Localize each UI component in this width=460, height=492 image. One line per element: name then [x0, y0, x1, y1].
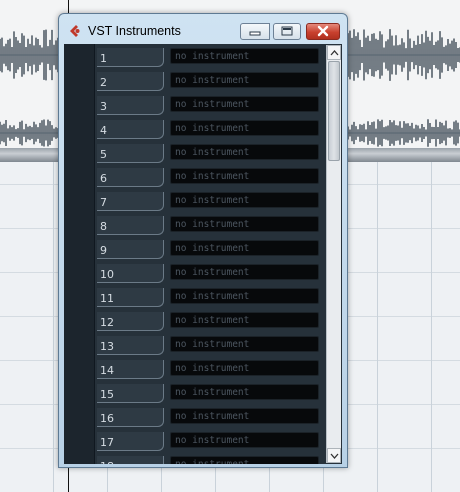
instrument-selector[interactable]: no instrument: [170, 432, 319, 448]
maximize-icon: [281, 26, 293, 36]
slot-number: 16: [97, 408, 164, 427]
instrument-selector[interactable]: no instrument: [170, 48, 319, 64]
instrument-slot-row[interactable]: 5 no instrument: [94, 142, 326, 166]
scroll-up-button[interactable]: [327, 45, 341, 60]
minimize-icon: [249, 31, 261, 36]
window-titlebar[interactable]: VST Instruments: [59, 14, 347, 44]
minimize-button[interactable]: [240, 23, 270, 40]
slot-number: 8: [97, 216, 164, 235]
chevron-down-icon: [330, 453, 339, 459]
instrument-slot-row[interactable]: 12 no instrument: [94, 310, 326, 334]
instrument-slot-row[interactable]: 8 no instrument: [94, 214, 326, 238]
cubase-logo-icon: [70, 25, 80, 37]
instrument-selector[interactable]: no instrument: [170, 240, 319, 256]
instrument-slot-row[interactable]: 15 no instrument: [94, 382, 326, 406]
instrument-slot-row[interactable]: 7 no instrument: [94, 190, 326, 214]
instrument-slot-row[interactable]: 1 no instrument: [94, 46, 326, 70]
slot-number: 3: [97, 96, 164, 115]
instrument-slot-row[interactable]: 2 no instrument: [94, 70, 326, 94]
vst-instruments-window: VST Instruments 1 no instrument 2 no instru…: [58, 13, 348, 468]
instrument-selector[interactable]: no instrument: [170, 408, 319, 424]
instrument-selector[interactable]: no instrument: [170, 96, 319, 112]
instrument-selector[interactable]: no instrument: [170, 168, 319, 184]
slot-number: 13: [97, 336, 164, 355]
slot-number: 18: [97, 456, 164, 464]
instrument-slot-row[interactable]: 10 no instrument: [94, 262, 326, 286]
scroll-down-button[interactable]: [327, 448, 341, 463]
window-title: VST Instruments: [88, 24, 181, 38]
instrument-slot-row[interactable]: 11 no instrument: [94, 286, 326, 310]
slot-number: 5: [97, 144, 164, 163]
instrument-selector[interactable]: no instrument: [170, 360, 319, 376]
slot-number: 1: [97, 48, 164, 67]
instrument-slot-list: 1 no instrument 2 no instrument 3 no instrume…: [94, 44, 326, 464]
instrument-slot-row[interactable]: 17 no instrument: [94, 430, 326, 454]
instrument-selector[interactable]: no instrument: [170, 336, 319, 352]
instrument-slot-row[interactable]: 9 no instrument: [94, 238, 326, 262]
instrument-slot-row[interactable]: 13 no instrument: [94, 334, 326, 358]
slot-number: 14: [97, 360, 164, 379]
slot-number: 9: [97, 240, 164, 259]
instrument-selector[interactable]: no instrument: [170, 384, 319, 400]
slot-number: 17: [97, 432, 164, 451]
slot-number: 11: [97, 288, 164, 307]
instrument-selector[interactable]: no instrument: [170, 456, 319, 464]
instrument-slot-row[interactable]: 14 no instrument: [94, 358, 326, 382]
close-button[interactable]: [306, 23, 340, 40]
slot-number: 7: [97, 192, 164, 211]
maximize-button[interactable]: [273, 23, 301, 40]
instrument-selector[interactable]: no instrument: [170, 72, 319, 88]
instrument-selector[interactable]: no instrument: [170, 288, 319, 304]
chevron-up-icon: [330, 50, 339, 56]
scrollbar-thumb[interactable]: [328, 61, 340, 161]
instrument-slot-row[interactable]: 3 no instrument: [94, 94, 326, 118]
slot-number: 12: [97, 312, 164, 331]
slot-number: 10: [97, 264, 164, 283]
instrument-slot-row[interactable]: 18 no instrument: [94, 454, 326, 464]
instrument-rack-panel: 1 no instrument 2 no instrument 3 no instrume…: [64, 44, 342, 464]
instrument-slot-row[interactable]: 4 no instrument: [94, 118, 326, 142]
instrument-selector[interactable]: no instrument: [170, 120, 319, 136]
rack-left-strip: [64, 44, 95, 464]
slot-number: 6: [97, 168, 164, 187]
slot-number: 4: [97, 120, 164, 139]
instrument-slot-row[interactable]: 6 no instrument: [94, 166, 326, 190]
instrument-selector[interactable]: no instrument: [170, 144, 319, 160]
instrument-selector[interactable]: no instrument: [170, 312, 319, 328]
slot-number: 2: [97, 72, 164, 91]
close-icon: [317, 25, 329, 37]
instrument-selector[interactable]: no instrument: [170, 216, 319, 232]
instrument-slot-row[interactable]: 16 no instrument: [94, 406, 326, 430]
vertical-scrollbar[interactable]: [326, 45, 341, 463]
instrument-selector[interactable]: no instrument: [170, 192, 319, 208]
slot-number: 15: [97, 384, 164, 403]
instrument-selector[interactable]: no instrument: [170, 264, 319, 280]
